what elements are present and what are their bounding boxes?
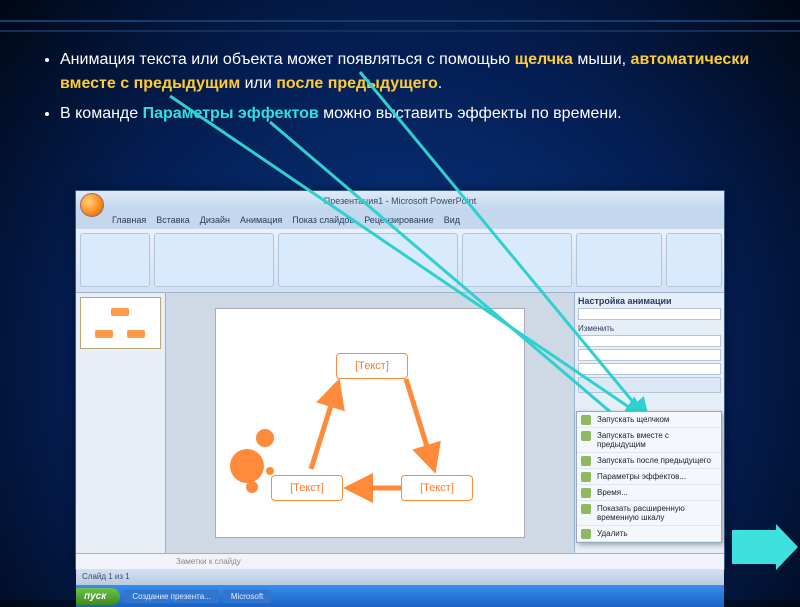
- tab-insert[interactable]: Вставка: [156, 215, 189, 225]
- ribbon-group[interactable]: [80, 233, 150, 287]
- canvas-area: [Текст] [Текст] [Текст]: [166, 293, 574, 553]
- highlight-effect-params: Параметры эффектов: [143, 105, 319, 122]
- pane-property-dropdown[interactable]: [578, 349, 721, 361]
- taskbar-item[interactable]: Создание презента...: [124, 590, 219, 603]
- notes-pane[interactable]: Заметки к слайду: [76, 553, 724, 569]
- ribbon-tabs: Главная Вставка Дизайн Анимация Показ сл…: [76, 211, 724, 229]
- text: .: [438, 75, 442, 92]
- pane-start-dropdown[interactable]: [578, 335, 721, 347]
- menu-remove[interactable]: Удалить: [577, 526, 721, 542]
- ribbon-group[interactable]: [666, 233, 722, 287]
- menu-effect-options[interactable]: Параметры эффектов...: [577, 469, 721, 485]
- text: Анимация текста или объекта может появля…: [60, 51, 515, 68]
- context-menu: Запускать щелчком Запускать вместе с пре…: [576, 411, 722, 543]
- decor-dot: [266, 467, 274, 475]
- text: мыши,: [573, 51, 631, 68]
- animation-task-pane[interactable]: Настройка анимации Изменить Запускать ще…: [574, 293, 724, 553]
- ribbon-group[interactable]: [462, 233, 572, 287]
- highlight-click: щелчка: [515, 51, 573, 68]
- pane-speed-dropdown[interactable]: [578, 363, 721, 375]
- workspace: [Текст] [Текст] [Текст] Настройка анимац…: [76, 293, 724, 553]
- ribbon-group[interactable]: [154, 233, 274, 287]
- bullet-1: Анимация текста или объекта может появля…: [60, 48, 760, 96]
- text: можно выставить эффекты по времени.: [319, 105, 622, 122]
- tab-animation[interactable]: Анимация: [240, 215, 282, 225]
- menu-advanced-timeline[interactable]: Показать расширенную временную шкалу: [577, 501, 721, 526]
- tab-home[interactable]: Главная: [112, 215, 146, 225]
- window-title: Презентация1 - Microsoft PowerPoint: [324, 196, 476, 206]
- windows-taskbar: пуск Создание презента... Microsoft: [76, 585, 724, 607]
- decor-dot: [230, 449, 264, 483]
- highlight-after-prev: после предыдущего: [276, 75, 437, 92]
- titlebar: Презентация1 - Microsoft PowerPoint: [76, 191, 724, 211]
- text: или: [240, 75, 276, 92]
- powerpoint-window: Презентация1 - Microsoft PowerPoint Глав…: [75, 190, 725, 570]
- bullet-2: В команде Параметры эффектов можно выста…: [60, 102, 760, 126]
- bullet-list: Анимация текста или объекта может появля…: [0, 0, 800, 126]
- ribbon-group[interactable]: [576, 233, 662, 287]
- tab-design[interactable]: Дизайн: [200, 215, 230, 225]
- menu-start-with-prev[interactable]: Запускать вместе с предыдущим: [577, 428, 721, 453]
- slide-thumbnail[interactable]: [80, 297, 161, 349]
- pane-title: Настройка анимации: [578, 296, 721, 306]
- menu-timing[interactable]: Время...: [577, 485, 721, 501]
- tab-view[interactable]: Вид: [444, 215, 460, 225]
- menu-start-after-prev[interactable]: Запускать после предыдущего: [577, 453, 721, 469]
- animation-list-item[interactable]: [578, 377, 721, 393]
- start-button[interactable]: пуск: [76, 588, 120, 605]
- tab-review[interactable]: Рецензирование: [364, 215, 434, 225]
- status-bar: Слайд 1 из 1: [76, 569, 724, 585]
- office-button[interactable]: [80, 193, 104, 217]
- taskbar-item[interactable]: Microsoft: [223, 590, 271, 603]
- smartart-arrows: [216, 309, 526, 539]
- slide-canvas[interactable]: [Текст] [Текст] [Текст]: [215, 308, 525, 538]
- slide-panel[interactable]: [76, 293, 166, 553]
- ribbon-group[interactable]: [278, 233, 458, 287]
- pane-change-button[interactable]: [578, 308, 721, 320]
- decor-dot: [256, 429, 274, 447]
- text: В команде: [60, 105, 143, 122]
- decor-dot: [246, 481, 258, 493]
- next-slide-arrow[interactable]: [732, 530, 776, 564]
- ribbon: [76, 229, 724, 293]
- pane-label: Изменить: [578, 324, 721, 333]
- tab-slideshow[interactable]: Показ слайдов: [292, 215, 354, 225]
- menu-start-on-click[interactable]: Запускать щелчком: [577, 412, 721, 428]
